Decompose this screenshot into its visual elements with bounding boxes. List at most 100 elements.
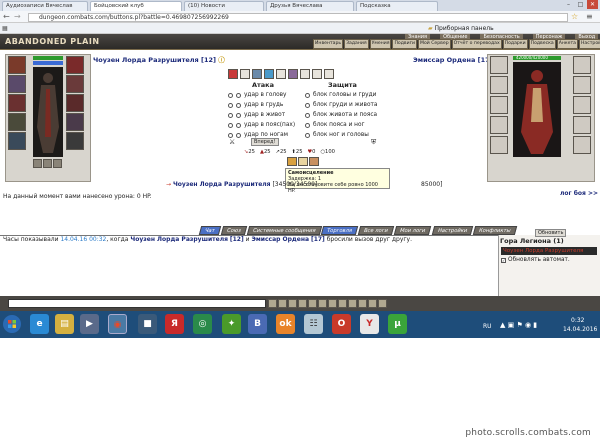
radio-icon[interactable] (228, 102, 233, 108)
menu-server[interactable]: Мой Сервер (418, 39, 451, 49)
pocket-slot-2[interactable] (43, 159, 52, 168)
radio-icon[interactable] (305, 132, 310, 138)
browser-tab-3[interactable]: (10) Новости (184, 1, 264, 11)
defense-option-2[interactable]: блок груди и живота (305, 100, 395, 110)
clock-time[interactable]: 0:32 (571, 317, 584, 324)
skill-icon-7[interactable] (300, 69, 310, 79)
tray-icons[interactable]: ▲ ▣ ⚑ ◉ ▮ (500, 321, 537, 329)
back-icon[interactable]: ← (3, 12, 10, 21)
pocket-slot-1[interactable] (33, 159, 42, 168)
friends-icon[interactable] (328, 299, 337, 308)
minimize-icon[interactable]: – (563, 0, 574, 9)
browser-tab-5[interactable]: Подсказка (356, 1, 438, 11)
menu-transfers[interactable]: Отчёт о переводах (451, 39, 502, 49)
helmet-slot[interactable] (8, 56, 26, 74)
attack-option-belly[interactable]: удар в живот (228, 110, 308, 120)
enemy-gloves-slot[interactable] (573, 76, 591, 94)
menu-inventory[interactable]: Инвентарь (313, 39, 344, 49)
gloves-slot[interactable] (66, 94, 84, 112)
browser-tab-4[interactable]: Друзья Вячеслава (266, 1, 354, 11)
map-icon[interactable] (348, 299, 357, 308)
clock-date[interactable]: 14.04.2016 (563, 326, 597, 333)
forward-icon[interactable]: → (14, 12, 21, 21)
apps-icon[interactable]: ▦ (2, 25, 8, 32)
language-indicator[interactable]: RU (483, 323, 492, 330)
defense-option-1[interactable]: блок головы и груди (305, 90, 395, 100)
log-player-name[interactable]: Чоузен Лорда Разрушителя (173, 181, 271, 188)
info-icon[interactable]: ⓘ (218, 56, 225, 64)
bag-icon[interactable] (358, 299, 367, 308)
skill-icon-3[interactable] (252, 69, 262, 79)
menu-icon[interactable]: ≡ (586, 12, 593, 21)
skill-icon-4[interactable] (264, 69, 274, 79)
heal-spell-icon[interactable] (287, 157, 297, 166)
refresh-button[interactable]: Обновить (535, 229, 567, 237)
tab-conflicts[interactable]: Конфликты (472, 226, 517, 235)
boots-slot[interactable] (66, 132, 84, 150)
radio-icon[interactable] (228, 112, 233, 118)
attack-option-waist[interactable]: удар в пояс(пах) (228, 120, 308, 130)
browser-tab-1[interactable]: Аудиозаписи Вячеслав (2, 1, 88, 11)
pocket-slot-3[interactable] (53, 159, 62, 168)
url-field[interactable]: dungeon.combats.com/buttons.pl?battle=0.… (28, 13, 568, 22)
chrome-icon[interactable]: ◉ (108, 314, 127, 334)
weapon-slot[interactable] (8, 94, 26, 112)
enemy-ring-slot[interactable] (573, 56, 591, 74)
enemy-helmet-slot[interactable] (490, 56, 508, 74)
tab-my-logs[interactable]: Мои логи (394, 226, 432, 235)
skill-icon-8[interactable] (312, 69, 322, 79)
enemy-boots-slot[interactable] (573, 116, 591, 134)
radio-icon[interactable] (236, 102, 241, 108)
ie-icon[interactable]: e (30, 314, 49, 334)
radio-icon[interactable] (236, 92, 241, 98)
yandex-icon[interactable]: Я (165, 314, 184, 334)
radio-icon[interactable] (228, 132, 233, 138)
start-button[interactable] (0, 311, 24, 338)
trade-icon[interactable] (318, 299, 327, 308)
tab-chat[interactable]: Чат (198, 226, 221, 235)
skill-icon-2[interactable] (240, 69, 250, 79)
radio-icon[interactable] (228, 122, 233, 128)
yandex-browser-icon[interactable]: Y (360, 314, 379, 334)
menu-pendant[interactable]: Подвеска (528, 39, 556, 49)
filter-icon[interactable] (298, 299, 307, 308)
bookmark-dashboard[interactable]: ▰ Приборная панель (428, 25, 494, 32)
skill-icon-9[interactable] (324, 69, 334, 79)
player-name-label[interactable]: Чоузен Лорда Разрушителя [12] ⓘ (93, 54, 225, 64)
defense-option-3[interactable]: блок живота и пояса (305, 110, 395, 120)
tab-settings[interactable]: Настройки (431, 226, 474, 235)
chat-input[interactable] (8, 299, 266, 308)
spell-icon-3[interactable] (309, 157, 319, 166)
media-icon[interactable]: ▶ (80, 314, 99, 334)
enemy-armor-slot[interactable] (490, 116, 508, 134)
radio-icon[interactable] (305, 102, 310, 108)
checkbox-icon[interactable]: ✓ (501, 257, 506, 263)
msg-enemy[interactable]: Эмиссар Ордена (251, 236, 309, 243)
send-icon[interactable] (278, 299, 287, 308)
tab-all-logs[interactable]: Все логи (358, 226, 395, 235)
amulet-slot[interactable] (8, 75, 26, 93)
star-icon[interactable]: ☆ (571, 12, 578, 21)
mail-icon[interactable] (338, 299, 347, 308)
menu-settings[interactable]: Настройки (578, 39, 600, 49)
ring-slot-2[interactable] (66, 75, 84, 93)
menu-quests[interactable]: Задания (344, 39, 369, 49)
radio-icon[interactable] (305, 112, 310, 118)
menu-skills[interactable]: Умения (369, 39, 392, 49)
armor-slot[interactable] (8, 113, 26, 131)
menu-feats[interactable]: Подвиги (392, 39, 417, 49)
enemy-amulet-slot[interactable] (490, 76, 508, 94)
radio-icon[interactable] (228, 92, 233, 98)
auto-refresh-row[interactable]: ✓ Обновлять автомат. (501, 257, 570, 263)
defense-option-4[interactable]: блок пояса и ног (305, 120, 395, 130)
shield-slot[interactable] (66, 113, 84, 131)
opera-icon[interactable]: O (332, 314, 351, 334)
close-icon[interactable]: ✕ (587, 0, 598, 9)
app-icon-4[interactable]: ☷ (304, 314, 323, 334)
clear-icon[interactable] (288, 299, 297, 308)
location-player-row[interactable]: Чоузен Лорда Разрушителя (501, 247, 597, 255)
player-avatar[interactable] (33, 67, 63, 157)
tab-system[interactable]: Системные сообщения (246, 226, 322, 235)
ring-slot-1[interactable] (66, 56, 84, 74)
spell-icon-2[interactable] (298, 157, 308, 166)
